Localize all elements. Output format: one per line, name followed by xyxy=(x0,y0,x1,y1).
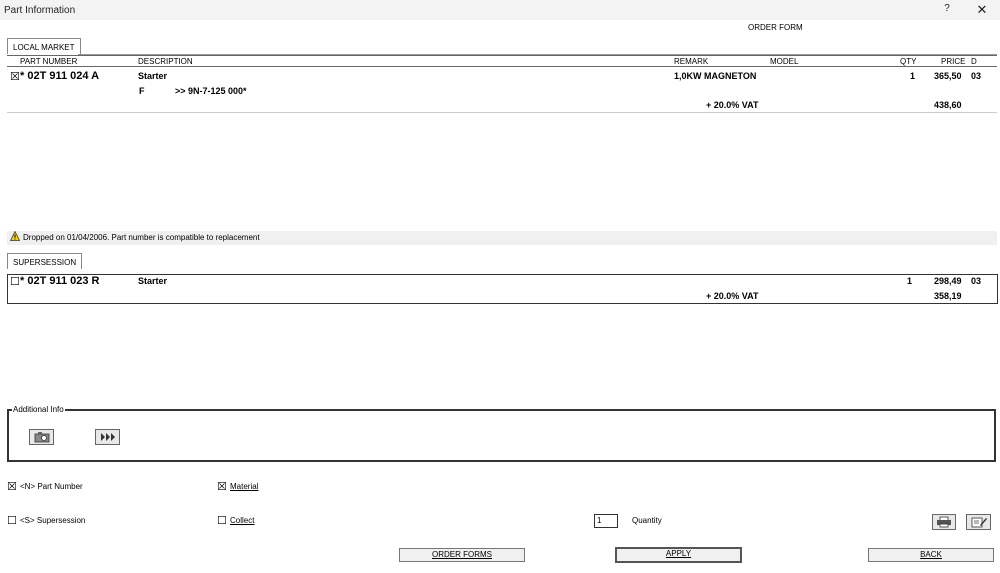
sup-description: Starter xyxy=(138,276,168,286)
edit-icon[interactable] xyxy=(966,514,991,530)
material-checkbox[interactable]: ☒ xyxy=(217,480,227,493)
apply-button[interactable]: APPLY xyxy=(615,547,742,563)
row-separator xyxy=(7,112,997,113)
quantity-input[interactable]: 1 xyxy=(594,514,618,528)
material-option-label: Material xyxy=(230,482,259,491)
qty: 1 xyxy=(910,71,916,81)
form-title: ORDER FORM xyxy=(748,23,803,32)
part-number-checkbox[interactable]: ☒ xyxy=(7,480,17,493)
col-model: MODEL xyxy=(770,57,799,66)
fast-forward-icon[interactable] xyxy=(95,429,120,445)
col-remark: REMARK xyxy=(674,57,709,66)
vat-price: 438,60 xyxy=(934,100,962,110)
sup-price: 298,49 xyxy=(934,276,962,286)
warning-icon xyxy=(9,230,21,241)
back-label: BACK xyxy=(920,550,942,559)
col-description: DESCRIPTION xyxy=(138,57,193,66)
sup-part-number[interactable]: * 02T 911 023 R xyxy=(20,275,100,287)
camera-icon[interactable] xyxy=(29,429,54,445)
collect-checkbox[interactable]: ☐ xyxy=(217,514,227,527)
sup-qty: 1 xyxy=(907,276,913,286)
supersession-checkbox[interactable]: ☐ xyxy=(7,514,17,527)
close-button[interactable]: ✕ xyxy=(974,2,990,18)
order-forms-button[interactable]: ORDER FORMS xyxy=(399,548,525,562)
supersession-option-label: <S> Supersession xyxy=(20,516,86,525)
apply-label: APPLY xyxy=(665,549,692,558)
title-bar xyxy=(0,0,1000,20)
col-qty: QTY xyxy=(900,57,917,66)
d-code: 03 xyxy=(971,71,982,81)
col-d: D xyxy=(971,57,977,66)
part-number-option-label: <N> Part Number xyxy=(20,482,83,491)
help-button[interactable]: ? xyxy=(940,3,954,17)
back-button[interactable]: BACK xyxy=(868,548,994,562)
vat-label: + 20.0% VAT xyxy=(706,100,759,110)
additional-info-group xyxy=(7,409,996,462)
sub-text: >> 9N-7-125 000* xyxy=(175,86,247,96)
col-price: PRICE xyxy=(941,57,966,66)
order-forms-label: ORDER FORMS xyxy=(432,550,492,559)
warning-text: Dropped on 01/04/2006. Part number is co… xyxy=(23,233,260,242)
sup-vat-label: + 20.0% VAT xyxy=(706,291,759,301)
sup-vat-price: 358,19 xyxy=(934,291,962,301)
window-title: Part Information xyxy=(4,5,76,16)
description: Starter xyxy=(138,71,168,81)
part-number[interactable]: * 02T 911 024 A xyxy=(20,70,99,82)
col-part-number: PART NUMBER xyxy=(20,57,78,66)
remark: 1,0KW MAGNETON xyxy=(674,71,757,81)
sup-d-code: 03 xyxy=(971,276,982,286)
print-icon[interactable] xyxy=(932,514,956,530)
row-checkbox[interactable]: ☒ xyxy=(10,70,20,83)
sup-row-checkbox[interactable]: ☐ xyxy=(10,275,20,288)
tab-local-market[interactable]: LOCAL MARKET xyxy=(7,38,81,54)
collect-option-label: Collect xyxy=(230,516,255,525)
sub-code: F xyxy=(139,86,145,96)
quantity-label: Quantity xyxy=(632,516,662,525)
additional-info-legend: Additional Info xyxy=(12,405,65,414)
tab-supersession[interactable]: SUPERSESSION xyxy=(7,253,83,269)
price: 365,50 xyxy=(934,71,962,81)
